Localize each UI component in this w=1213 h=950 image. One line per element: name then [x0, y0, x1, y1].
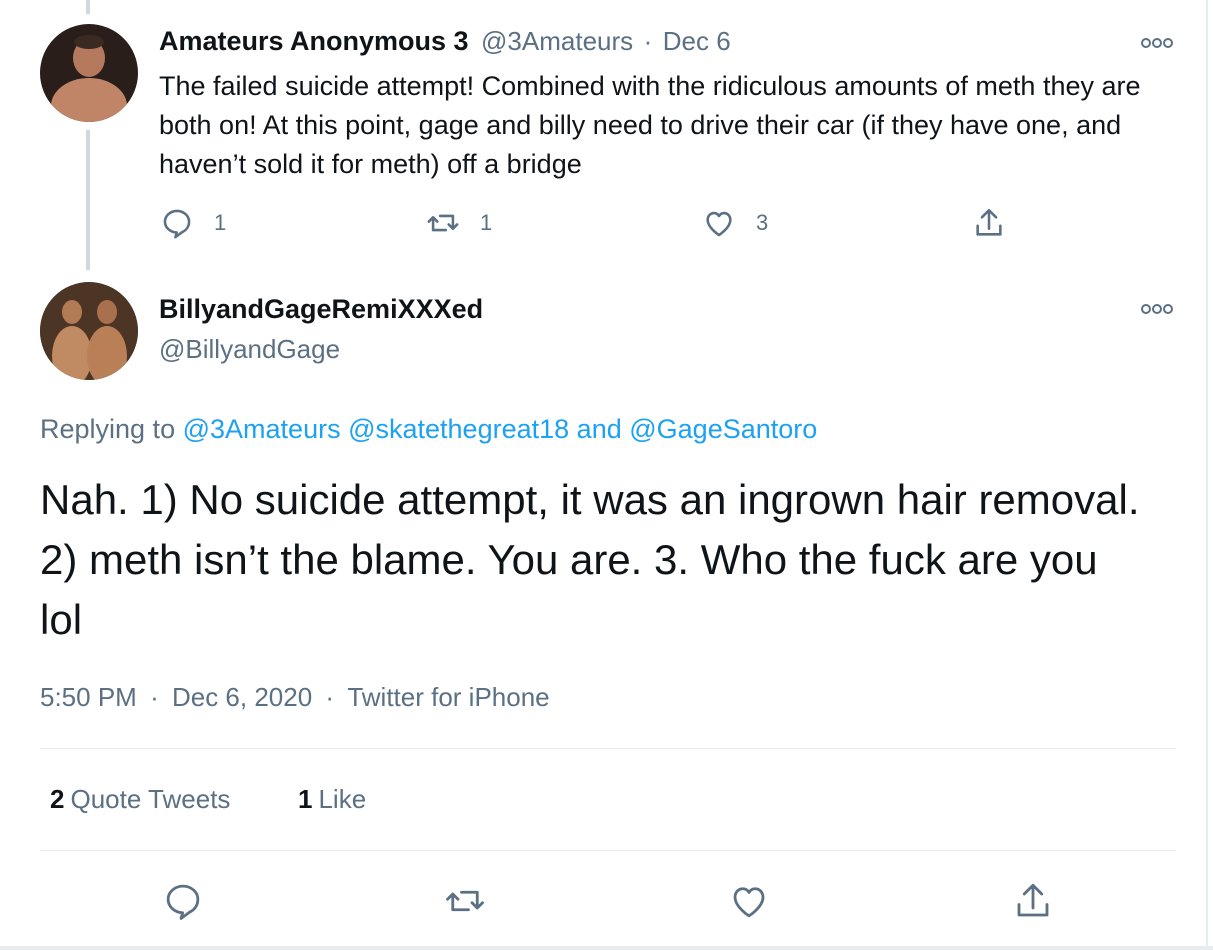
likes-count: 1 — [298, 784, 313, 814]
like-action[interactable]: 3 — [702, 206, 768, 240]
reply-action[interactable]: 1 — [160, 206, 226, 240]
divider-top — [40, 748, 1176, 749]
parent-date[interactable]: Dec 6 — [663, 26, 731, 56]
parent-handle[interactable]: @3Amateurs — [481, 26, 633, 56]
reply-icon — [163, 209, 191, 239]
reply-button[interactable] — [162, 880, 204, 922]
tweet-time[interactable]: 5:50 PM — [40, 682, 137, 712]
heart-icon-main — [733, 887, 765, 918]
replying-to: Replying to @3Amateurs @skatethegreat18 … — [40, 414, 817, 445]
meta-separator-2: · — [325, 682, 335, 712]
thread-line-top — [86, 0, 90, 14]
main-display-name[interactable]: BillyandGageRemiXXXed — [159, 294, 483, 325]
parent-tweet-text: The failed suicide attempt! Combined wit… — [159, 71, 1141, 179]
quote-tweets-stat[interactable]: 2 Quote Tweets — [50, 784, 230, 815]
mention-skatethegreat18[interactable]: @skatethegreat18 — [348, 414, 569, 444]
heart-icon — [706, 211, 732, 237]
retweet-button[interactable] — [444, 880, 486, 922]
retweet-icon — [427, 214, 459, 232]
quote-tweets-count: 2 — [50, 784, 65, 814]
replying-and: and — [576, 414, 622, 444]
likes-stat[interactable]: 1 Like — [298, 784, 366, 815]
thread-line — [86, 130, 90, 270]
mention-3amateurs[interactable]: @3Amateurs — [183, 414, 341, 444]
frame-edge-right — [1206, 0, 1208, 950]
reply-count: 1 — [214, 210, 227, 235]
tweet-date[interactable]: Dec 6, 2020 — [172, 682, 312, 712]
main-handle[interactable]: @BillyandGage — [159, 334, 340, 365]
retweet-count: 1 — [480, 210, 493, 235]
more-options-icon[interactable] — [1140, 36, 1174, 50]
likes-label: Like — [318, 784, 367, 814]
parent-tweet-header: Amateurs Anonymous 3 @3Amateurs · Dec 6 — [159, 26, 731, 57]
retweet-action[interactable]: 1 — [426, 206, 492, 240]
avatar-amateurs-anonymous[interactable] — [40, 24, 138, 122]
like-button[interactable] — [728, 880, 770, 922]
retweet-icon-main — [446, 890, 484, 912]
divider-bottom — [40, 850, 1176, 851]
share-icon — [976, 208, 1002, 236]
mention-gagesantoro[interactable]: @GageSantoro — [629, 414, 817, 444]
avatar-billyandgage[interactable] — [40, 282, 138, 380]
frame-edge-bottom — [0, 946, 1213, 950]
tweet-meta: 5:50 PM · Dec 6, 2020 · Twitter for iPho… — [40, 682, 550, 713]
share-icon-main — [1017, 883, 1049, 917]
tweet-source[interactable]: Twitter for iPhone — [347, 682, 549, 712]
quote-tweets-label: Quote Tweets — [70, 784, 231, 814]
share-action[interactable] — [972, 206, 1006, 240]
share-button[interactable] — [1012, 880, 1054, 922]
meta-separator-1: · — [150, 682, 159, 712]
replying-prefix: Replying to — [40, 414, 176, 444]
parent-separator: · — [643, 26, 653, 56]
parent-display-name[interactable]: Amateurs Anonymous 3 — [159, 26, 469, 56]
main-tweet-text: Nah. 1) No suicide attempt, it was an in… — [40, 476, 1140, 643]
like-count: 3 — [756, 210, 769, 235]
reply-icon-main — [166, 884, 200, 920]
more-options-icon-main[interactable] — [1140, 302, 1174, 316]
